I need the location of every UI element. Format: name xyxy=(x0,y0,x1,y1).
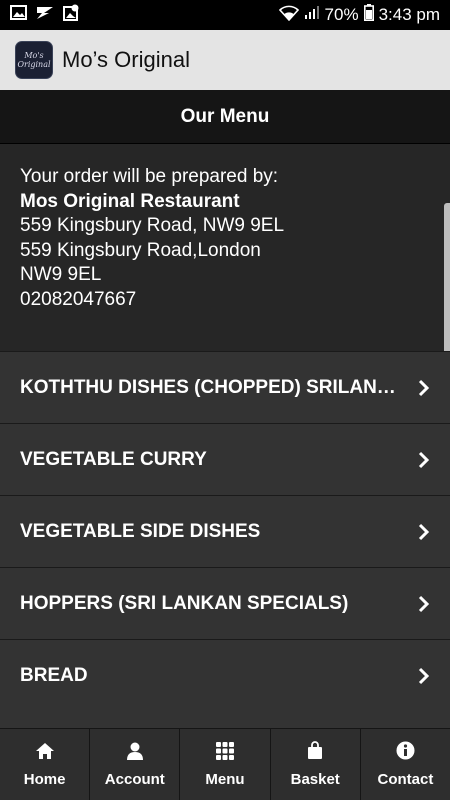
restaurant-name: Mos Original Restaurant xyxy=(20,190,240,212)
wifi-icon xyxy=(278,5,299,26)
nav-basket[interactable]: Basket xyxy=(269,729,360,800)
nav-account[interactable]: Account xyxy=(89,729,179,800)
status-bar-left xyxy=(10,4,79,26)
notification-icon xyxy=(36,5,54,25)
status-bar: 70% 3:43 pm xyxy=(0,0,450,30)
bottom-nav: Home Account Menu Basket Contact xyxy=(0,728,450,800)
nav-account-label: Account xyxy=(104,770,165,788)
nav-home-label: Home xyxy=(23,770,66,788)
order-info-panel: Your order will be prepared by: Mos Orig… xyxy=(0,144,450,351)
nav-menu[interactable]: Menu xyxy=(179,729,269,800)
nav-contact-label: Contact xyxy=(377,771,434,788)
chevron-right-icon xyxy=(416,667,432,685)
chevron-right-icon xyxy=(416,451,432,469)
scrollbar-thumb[interactable] xyxy=(444,203,450,355)
menu-category-koththu[interactable]: KOTHTHU DISHES (CHOPPED) SRILANKAN SPECI… xyxy=(0,351,450,423)
home-icon xyxy=(35,742,55,765)
menu-header-title: Our Menu xyxy=(180,105,270,127)
user-icon xyxy=(126,742,144,765)
phone-number[interactable]: 02082047667 xyxy=(20,288,430,313)
nav-home[interactable]: Home xyxy=(0,729,89,800)
battery-percent: 70% xyxy=(324,5,359,24)
chevron-right-icon xyxy=(416,523,432,541)
menu-category-bread[interactable]: BREAD xyxy=(0,639,450,711)
menu-header: Our Menu xyxy=(0,90,450,144)
gallery-icon xyxy=(10,5,27,25)
logo-text: Mo's Original xyxy=(17,51,51,69)
menu-category-hoppers[interactable]: HOPPERS (SRI LANKAN SPECIALS) xyxy=(0,567,450,639)
clock: 3:43 pm xyxy=(378,5,440,24)
menu-category-label: HOPPERS (SRI LANKAN SPECIALS) xyxy=(20,592,349,614)
address-line-2: 559 Kingsbury Road,London xyxy=(20,239,261,261)
signal-icon xyxy=(304,5,320,25)
info-icon xyxy=(396,741,415,765)
address-line-1: 559 Kingsbury Road, NW9 9EL xyxy=(20,215,285,236)
chevron-right-icon xyxy=(416,595,432,613)
status-bar-right: 70% 3:43 pm xyxy=(278,4,440,26)
menu-category-label: BREAD xyxy=(20,664,88,686)
nav-contact[interactable]: Contact xyxy=(359,729,450,800)
image-sync-icon xyxy=(63,4,79,26)
menu-category-label: KOTHTHU DISHES (CHOPPED) SRILANKAN SPECI… xyxy=(20,376,400,398)
nav-basket-label: Basket xyxy=(290,771,340,788)
battery-icon xyxy=(363,4,374,26)
menu-category-label: VEGETABLE SIDE DISHES xyxy=(20,520,261,542)
app-bar: Mo's Original Mo’s Original xyxy=(0,30,450,90)
menu-category-label: VEGETABLE CURRY xyxy=(20,448,207,470)
app-title: Mo’s Original xyxy=(62,47,190,72)
menu-category-vegetable-curry[interactable]: VEGETABLE CURRY xyxy=(0,423,450,495)
order-intro: Your order will be prepared by: xyxy=(20,166,279,187)
menu-category-list: KOTHTHU DISHES (CHOPPED) SRILANKAN SPECI… xyxy=(0,351,450,711)
shopping-bag-icon xyxy=(307,741,323,765)
nav-menu-label: Menu xyxy=(205,770,245,788)
menu-category-vegetable-side-dishes[interactable]: VEGETABLE SIDE DISHES xyxy=(0,495,450,567)
app-logo[interactable]: Mo's Original xyxy=(15,41,53,79)
address-line-3: NW9 9EL xyxy=(20,264,102,285)
grid-icon xyxy=(216,741,234,765)
chevron-right-icon xyxy=(416,379,432,397)
